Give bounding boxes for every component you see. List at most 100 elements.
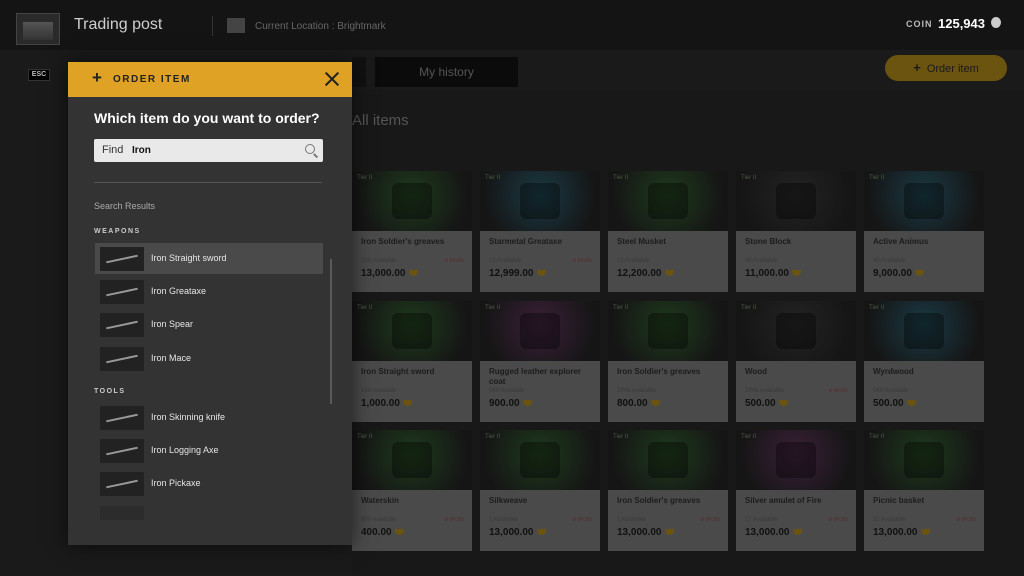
section-title: All items [352,112,409,129]
tier-label: Tier II [485,175,501,181]
item-thumbnail [100,472,144,496]
result-item[interactable]: Iron Pickaxe [95,468,323,499]
current-location: Current Location : Brightmark [255,21,386,32]
tier-label: Tier II [741,175,757,181]
item-card[interactable]: Tier II Iron Soldier's greaves 1 Available… [608,430,728,551]
item-thumbnail [648,442,688,478]
item-price: 13,000.00 [873,527,930,538]
result-item[interactable]: Iron Greataxe [95,276,323,307]
item-card[interactable]: Tier II Iron Soldier's greaves 208 Availab… [352,171,472,292]
available-count: 32 Available [873,517,906,523]
item-card[interactable]: Tier II Iron Soldier's greaves 2049 Availa… [608,301,728,422]
item-info: Steel Musket 12 Available 12,200.00 [608,231,728,292]
weapons-section-label: WEAPONS [94,228,141,235]
available-count: 40 Available [745,258,778,264]
available-count: 549 Available [873,388,909,394]
item-info: Iron Soldier's greaves 208 Available ⊘ 84.… [352,231,472,292]
item-info: Waterskin 999 Available ⊘ 84.5% 400.00 [352,490,472,551]
available-count: 1 Available [489,517,518,523]
tier-label: Tier II [357,305,373,311]
item-name: Steel Musket [617,237,666,246]
available-count: 12 Available [489,258,522,264]
item-thumbnail [776,183,816,219]
tools-section-label: TOOLS [94,388,126,395]
item-thumbnail [520,183,560,219]
item-price: 12,999.00 [489,268,546,279]
item-info: Rugged leather explorer coat 549 Availabl… [480,361,600,422]
item-thumbnail [100,247,144,271]
results-scrollbar[interactable] [330,259,332,404]
result-item[interactable]: Iron Logging Axe [95,435,323,466]
search-input[interactable] [132,143,292,158]
plus-icon: + [913,60,921,75]
item-price: 13,000.00 [361,268,418,279]
dialog-header: + ORDER ITEM [68,62,352,97]
result-item[interactable]: Iron Straight sword [95,243,323,274]
item-name: Wood [745,367,768,376]
item-price: 12,200.00 [617,268,674,279]
item-card[interactable]: Tier II Silkweave 1 Available ⊘ 84.5% 13,000… [480,430,600,551]
item-thumbnail [904,183,944,219]
item-thumbnail [100,506,144,520]
item-price: 500.00 [873,398,916,409]
item-info: Wood 2049 Available ⊘ 84.5% 500.00 [736,361,856,422]
tab-browse[interactable] [352,57,366,87]
search-icon[interactable] [305,144,315,154]
location-icon [227,18,245,33]
item-info: Iron Straight sword 149 Available 1,000.00 [352,361,472,422]
sale-badge: ⊘ 84.5% [572,517,592,523]
item-card[interactable]: Tier II Iron Straight sword 149 Available 1… [352,301,472,422]
item-name: Rugged leather explorer coat [489,367,582,386]
item-card[interactable]: Tier II Rugged leather explorer coat 549 A… [480,301,600,422]
item-name: Silkweave [489,496,528,505]
trading-post-icon [16,13,60,45]
item-thumbnail [100,347,144,371]
result-label: Iron Logging Axe [151,445,219,455]
item-info: Iron Soldier's greaves 1 Available ⊘ 84.5%… [608,490,728,551]
sale-badge: ⊘ 84.5% [444,517,464,523]
item-price: 13,000.00 [489,527,546,538]
item-card[interactable]: Tier II Stone Block 40 Available 11,000.00 [736,171,856,292]
esc-button[interactable]: ESC [28,69,50,81]
item-thumbnail [648,313,688,349]
search-results-label: Search Results [94,201,156,211]
item-thumbnail [100,439,144,463]
divider [94,182,322,183]
item-card[interactable]: Tier II Starmetal Greataxe 12 Available ⊘ 8… [480,171,600,292]
result-label: Iron Greataxe [151,286,207,296]
tier-label: Tier II [741,434,757,440]
search-box[interactable]: Find [94,139,323,162]
available-count: 149 Available [361,388,397,394]
item-card[interactable]: Tier II Wood 2049 Available ⊘ 84.5% 500.00 [736,301,856,422]
result-item[interactable]: Iron Mace [95,343,323,374]
item-thumbnail [904,442,944,478]
item-name: Iron Straight sword [361,367,435,376]
item-card[interactable]: Tier II Active Animus 45 Available 9,000.00 [864,171,984,292]
item-card[interactable]: Tier II Wyrdwood 549 Available 500.00 [864,301,984,422]
result-label: Iron Pickaxe [151,478,201,488]
result-label: Iron Skinning knife [151,412,226,422]
item-price: 11,000.00 [745,268,801,279]
item-info: Stone Block 40 Available 11,000.00 [736,231,856,292]
result-label: Iron Spear [151,319,194,329]
item-thumbnail [776,313,816,349]
item-name: Iron Soldier's greaves [617,367,701,376]
close-icon[interactable] [324,71,340,87]
result-item[interactable]: Iron Spear [95,309,323,340]
item-name: Active Animus [873,237,929,246]
order-item-button[interactable]: + Order item [885,55,1007,81]
tier-label: Tier II [485,305,501,311]
item-thumbnail [392,313,432,349]
tier-label: Tier II [613,175,629,181]
item-name: Iron Soldier's greaves [617,496,701,505]
item-card[interactable]: Tier II Waterskin 999 Available ⊘ 84.5% 400.… [352,430,472,551]
tier-label: Tier II [613,434,629,440]
item-info: Silver amulet of Fire 27 Available ⊘ 84.5%… [736,490,856,551]
item-price: 13,000.00 [617,527,674,538]
sale-badge: ⊘ 84.5% [444,258,464,264]
tab-my-history[interactable]: My history [375,57,518,87]
item-card[interactable]: Tier II Picnic basket 32 Available ⊘ 84.5% 1… [864,430,984,551]
item-card[interactable]: Tier II Silver amulet of Fire 27 Available… [736,430,856,551]
result-item[interactable]: Iron Skinning knife [95,402,323,433]
item-card[interactable]: Tier II Steel Musket 12 Available 12,200.00 [608,171,728,292]
